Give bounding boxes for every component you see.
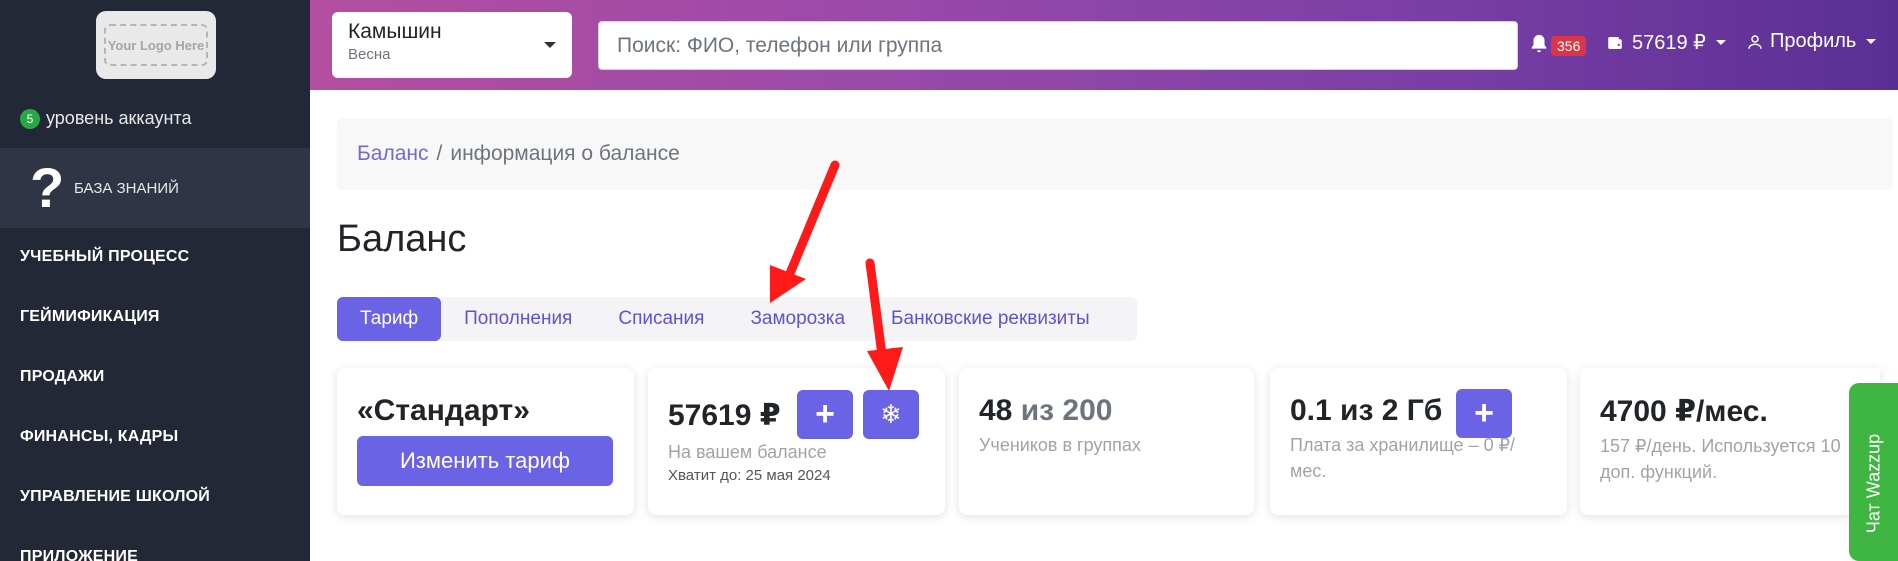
storage-subtitle: Плата за хранилище – 0 ₽/мес. bbox=[1290, 435, 1516, 482]
tariff-name: «Стандарт» bbox=[357, 394, 530, 427]
city-season: Весна bbox=[348, 46, 391, 63]
price-value: 4700 ₽/мес. bbox=[1600, 395, 1768, 428]
profile-dropdown[interactable]: Профиль bbox=[1746, 30, 1877, 53]
price-subtitle: 157 ₽/день. Используется 10 доп. функций… bbox=[1600, 436, 1841, 483]
sidebar-item-label: БАЗА ЗНАНИЙ bbox=[74, 179, 179, 197]
notifications-button[interactable]: 356 bbox=[1528, 32, 1587, 56]
students-limit: из 200 bbox=[1020, 394, 1113, 427]
logo[interactable]: Your Logo Here bbox=[96, 11, 216, 79]
question-icon: ? bbox=[30, 156, 65, 219]
plus-icon: + bbox=[815, 395, 835, 433]
chevron-down-icon bbox=[544, 42, 556, 48]
price-card: 4700 ₽/мес. 157 ₽/день. Используется 10 … bbox=[1580, 368, 1880, 515]
breadcrumb-separator: / bbox=[436, 142, 443, 165]
breadcrumb-link-balance[interactable]: Баланс bbox=[357, 142, 429, 166]
students-subtitle: Учеников в группах bbox=[979, 435, 1141, 455]
city-select[interactable]: Камышин Весна bbox=[332, 12, 572, 78]
plus-icon: + bbox=[1474, 394, 1494, 432]
sidebar: Your Logo Here 5 уровень аккаунта ? БАЗА… bbox=[0, 0, 310, 561]
tab-top-ups[interactable]: Пополнения bbox=[441, 297, 595, 341]
user-icon bbox=[1748, 34, 1762, 49]
students-card: 48 из 200 Учеников в группах bbox=[959, 368, 1254, 515]
city-name: Камышин bbox=[348, 20, 442, 43]
sidebar-item-sales[interactable]: ПРОДАЖИ bbox=[20, 368, 105, 386]
balance-card: 57619 ₽ + ❄ На вашем балансе Хватит до: … bbox=[648, 368, 945, 515]
sidebar-item-finance[interactable]: ФИНАНСЫ, КАДРЫ bbox=[20, 428, 178, 446]
chevron-down-icon bbox=[1866, 39, 1877, 44]
logo-placeholder-text: Your Logo Here bbox=[104, 24, 208, 66]
tab-tariff[interactable]: Тариф bbox=[337, 297, 442, 341]
bell-icon bbox=[1531, 34, 1547, 53]
tab-bank-details[interactable]: Банковские реквизиты bbox=[868, 297, 1113, 341]
search-input[interactable] bbox=[598, 21, 1518, 70]
wallet-icon bbox=[1608, 36, 1622, 49]
top-header: Камышин Весна 356 57619 ₽ Профиль bbox=[310, 0, 1898, 90]
change-tariff-button[interactable]: Изменить тариф bbox=[357, 436, 613, 486]
wazzup-label: Чат Wazzup bbox=[1863, 433, 1884, 534]
notifications-badge: 356 bbox=[1551, 36, 1587, 56]
add-storage-button[interactable]: + bbox=[1456, 389, 1512, 438]
account-level[interactable]: 5 уровень аккаунта bbox=[20, 108, 191, 129]
balance-until: Хватит до: 25 мая 2024 bbox=[668, 467, 831, 485]
tab-freeze[interactable]: Заморозка bbox=[727, 297, 868, 341]
account-level-label: уровень аккаунта bbox=[46, 108, 192, 128]
wazzup-chat-button[interactable]: Чат Wazzup bbox=[1849, 383, 1898, 561]
tabs: Тариф Пополнения Списания Заморозка Банк… bbox=[337, 297, 1137, 341]
tab-charges[interactable]: Списания bbox=[595, 297, 727, 341]
chevron-down-icon bbox=[1715, 40, 1726, 45]
tariff-card: «Стандарт» Изменить тариф bbox=[337, 368, 634, 515]
sidebar-item-knowledge-base[interactable]: ? БАЗА ЗНАНИЙ bbox=[0, 148, 310, 228]
sidebar-item-gamification[interactable]: ГЕЙМИФИКАЦИЯ bbox=[20, 308, 160, 326]
sidebar-item-school-management[interactable]: УПРАВЛЕНИЕ ШКОЛОЙ bbox=[20, 488, 210, 506]
balance-card-subtitle: На вашем балансе bbox=[668, 442, 827, 462]
top-up-button[interactable]: + bbox=[797, 390, 853, 439]
balance-dropdown[interactable]: 57619 ₽ bbox=[1606, 30, 1726, 55]
storage-card: 0.1 из 2 Гб + Плата за хранилище – 0 ₽/м… bbox=[1270, 368, 1567, 515]
page-title: Баланс bbox=[337, 218, 467, 260]
sidebar-item-app[interactable]: ПРИЛОЖЕНИЕ bbox=[20, 548, 138, 561]
students-count: 48 bbox=[979, 394, 1013, 427]
sidebar-item-learning[interactable]: УЧЕБНЫЙ ПРОЦЕСС bbox=[20, 248, 189, 266]
profile-label: Профиль bbox=[1770, 30, 1857, 52]
breadcrumb: Баланс / информация о балансе bbox=[337, 118, 1893, 190]
breadcrumb-current: информация о балансе bbox=[450, 142, 680, 165]
account-level-badge: 5 bbox=[20, 108, 40, 129]
snowflake-icon: ❄ bbox=[880, 399, 902, 429]
freeze-button[interactable]: ❄ bbox=[863, 390, 919, 439]
balance-amount: 57619 ₽ bbox=[1632, 32, 1706, 54]
